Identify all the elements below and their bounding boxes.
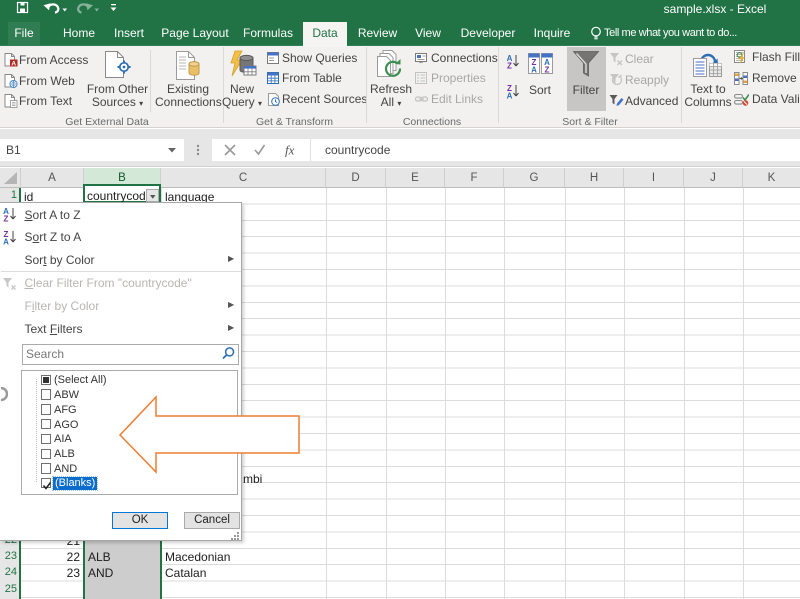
svg-text:Z: Z: [4, 215, 9, 223]
svg-text:A: A: [3, 238, 9, 246]
svg-text:Z: Z: [545, 66, 550, 75]
svg-text:fx: fx: [285, 143, 295, 158]
svg-text:Z: Z: [507, 62, 512, 70]
svg-text:A: A: [11, 60, 16, 67]
svg-text:A: A: [531, 66, 537, 75]
svg-text:A: A: [507, 91, 513, 99]
